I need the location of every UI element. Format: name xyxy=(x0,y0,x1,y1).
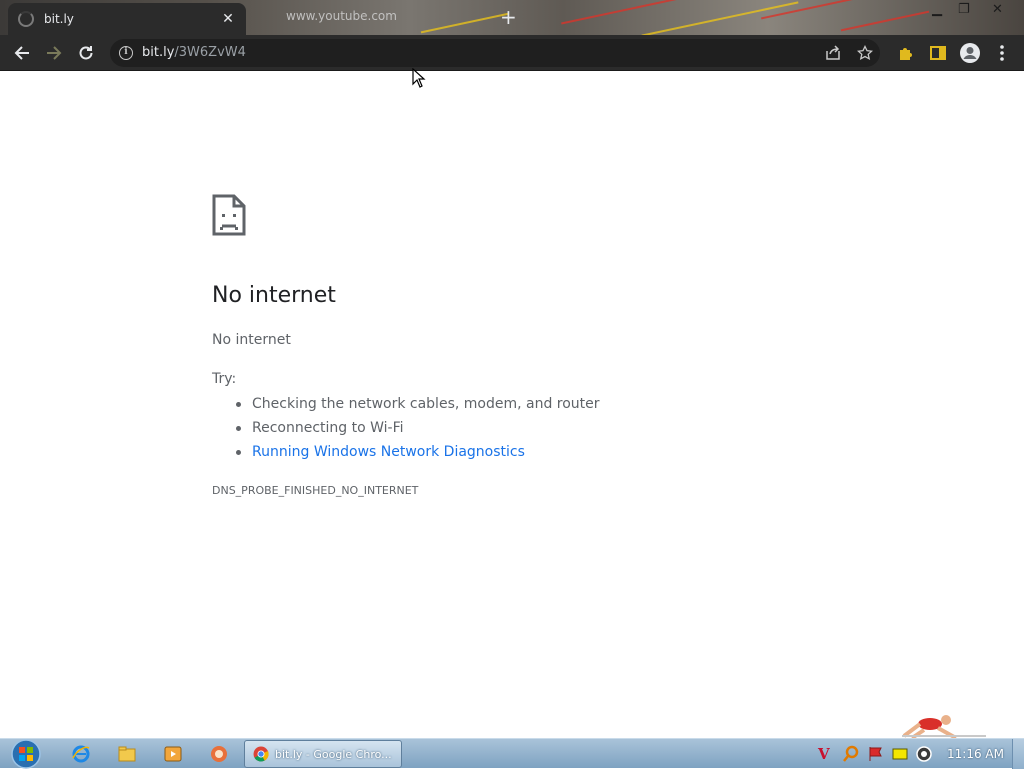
browser-title-bar: bit.ly ✕ www.youtube.com + ▁ ❐ ✕ xyxy=(0,0,1024,35)
error-heading: No internet xyxy=(212,283,336,308)
reload-icon xyxy=(79,46,93,60)
forward-arrow-icon xyxy=(47,46,62,60)
taskbar-clock[interactable]: 11:16 AM xyxy=(947,747,1004,761)
try-label: Try: xyxy=(212,371,237,387)
wallpaper-streak xyxy=(760,0,870,20)
start-button-icon[interactable] xyxy=(8,739,44,769)
reload-button[interactable] xyxy=(74,41,98,65)
tab-background[interactable]: www.youtube.com xyxy=(286,9,397,23)
close-tab-icon[interactable]: ✕ xyxy=(220,11,236,27)
url-text[interactable]: bit.ly/3W6ZvW4 xyxy=(142,45,246,60)
network-diagnostics-link[interactable]: Running Windows Network Diagnostics xyxy=(236,442,600,466)
app-launcher-icon[interactable] xyxy=(209,744,229,764)
minimize-button[interactable]: ▁ xyxy=(932,2,942,17)
error-page: No internet No internet Try: Checking th… xyxy=(0,71,1024,738)
suggestions-list: Checking the network cables, modem, and … xyxy=(236,394,600,466)
maximize-button[interactable]: ❐ xyxy=(958,2,970,17)
puzzle-piece-icon xyxy=(900,48,912,60)
back-arrow-icon xyxy=(14,46,29,60)
tray-flag-icon[interactable] xyxy=(867,745,885,763)
media-player-icon[interactable] xyxy=(163,744,183,764)
new-tab-button[interactable]: + xyxy=(500,5,517,29)
share-icon xyxy=(826,45,840,60)
internet-explorer-icon[interactable] xyxy=(71,744,91,764)
extensions-button[interactable] xyxy=(894,41,918,65)
chrome-icon xyxy=(253,746,269,762)
close-window-button[interactable]: ✕ xyxy=(992,2,1003,17)
side-panel-button[interactable] xyxy=(926,41,950,65)
desktop-runner-figure-icon xyxy=(902,715,986,740)
wallpaper-streak xyxy=(561,0,679,25)
url-path: /3W6ZvW4 xyxy=(174,45,246,60)
menu-button[interactable] xyxy=(990,41,1014,65)
wallpaper-streak xyxy=(840,10,930,32)
error-subheading: No internet xyxy=(212,332,291,348)
sad-document-icon xyxy=(212,194,246,236)
taskbar-chrome-button[interactable]: bit.ly - Google Chro... xyxy=(244,740,402,768)
star-icon xyxy=(857,45,873,61)
url-host: bit.ly xyxy=(142,45,175,60)
share-button[interactable] xyxy=(821,41,845,65)
wallpaper-streak xyxy=(641,1,799,35)
bookmark-star-button[interactable] xyxy=(853,41,877,65)
loading-favicon-icon xyxy=(18,11,34,27)
error-code: DNS_PROBE_FINISHED_NO_INTERNET xyxy=(212,484,419,497)
tray-search-icon[interactable] xyxy=(842,745,860,763)
forward-button[interactable] xyxy=(42,41,66,65)
avatar-icon xyxy=(960,43,980,63)
windows-taskbar: bit.ly - Google Chro... V 11:16 AM xyxy=(0,738,1024,769)
suggestion-item: Reconnecting to Wi-Fi xyxy=(236,418,600,442)
mouse-cursor-icon xyxy=(412,68,426,88)
tray-network-icon[interactable] xyxy=(891,745,909,763)
side-panel-icon xyxy=(930,46,946,60)
tab-title: bit.ly xyxy=(44,12,74,26)
taskbar-chrome-label: bit.ly - Google Chro... xyxy=(275,747,392,761)
address-bar[interactable]: i bit.ly/3W6ZvW4 xyxy=(110,39,880,67)
site-info-icon[interactable]: i xyxy=(119,46,133,60)
tray-v-icon[interactable]: V xyxy=(818,745,830,763)
tray-volume-icon[interactable] xyxy=(915,745,933,763)
suggestion-item: Checking the network cables, modem, and … xyxy=(236,394,600,418)
tab-active[interactable]: bit.ly ✕ xyxy=(8,3,246,35)
show-desktop-button[interactable] xyxy=(1012,739,1024,769)
back-button[interactable] xyxy=(10,41,34,65)
browser-toolbar: i bit.ly/3W6ZvW4 xyxy=(0,35,1024,71)
profile-button[interactable] xyxy=(958,41,982,65)
more-vert-icon xyxy=(1000,45,1004,61)
file-explorer-icon[interactable] xyxy=(117,744,137,764)
wallpaper-streak xyxy=(420,12,510,34)
